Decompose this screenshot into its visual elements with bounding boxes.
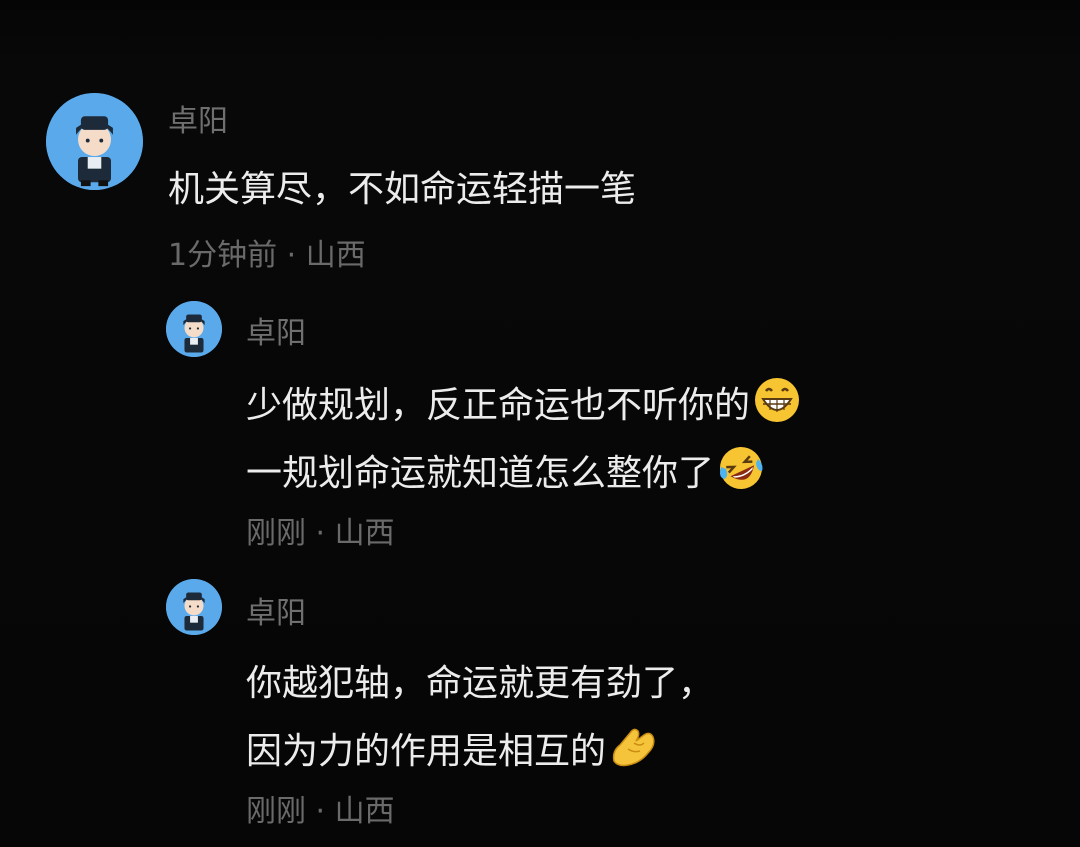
reply-time: 刚刚 (246, 516, 306, 551)
reply-line: 你越犯轴，命运就更有劲了， (246, 663, 715, 704)
rolling-laughing-emoji (718, 445, 764, 491)
meta-separator: · (277, 238, 306, 273)
reply-line-text: 少做规划，反正命运也不听你的 (246, 385, 751, 426)
reply-line: 一规划命运就知道怎么整你了 (246, 440, 800, 508)
grinning-face-emoji (754, 377, 800, 423)
reply-username[interactable]: 卓阳 (246, 308, 306, 352)
comment-line: 机关算尽，不如命运轻描一笔 (168, 169, 637, 210)
reply-line-text: 因为力的作用是相互的 (246, 731, 607, 772)
comment-text: 机关算尽，不如命运轻描一笔 (168, 160, 636, 212)
reply-text: 少做规划，反正命运也不听你的 一规划命运就知道怎么整你了 (246, 372, 800, 508)
user-avatar-icon (46, 93, 143, 190)
meta-separator: · (306, 516, 335, 551)
comment-time: 1分钟前 (168, 238, 278, 273)
reply-text: 你越犯轴，命运就更有劲了， 因为力的作用是相互的 (246, 650, 714, 786)
comment-username[interactable]: 卓阳 (168, 96, 228, 140)
reply-line: 少做规划，反正命运也不听你的 (246, 372, 800, 440)
user-avatar-icon (166, 301, 222, 357)
avatar[interactable] (166, 301, 222, 357)
reply-line-text: 一规划命运就知道怎么整你了 (246, 453, 715, 494)
reply-username[interactable]: 卓阳 (246, 588, 306, 632)
reply-meta: 刚刚 · 山西 (246, 786, 395, 830)
meta-separator: · (306, 794, 335, 829)
reply-time: 刚刚 (246, 794, 306, 829)
comment-meta: 1分钟前 · 山西 (168, 230, 366, 274)
comment-screen: 卓阳 机关算尽，不如命运轻描一笔 1分钟前 · 山西 卓阳 少做规划，反正命运也… (0, 0, 1080, 847)
user-avatar-icon (166, 579, 222, 635)
avatar[interactable] (46, 93, 143, 190)
reply-meta: 刚刚 · 山西 (246, 508, 395, 552)
ok-hand-emoji (610, 723, 660, 769)
avatar[interactable] (166, 579, 222, 635)
comment-location: 山西 (305, 238, 366, 273)
reply-line: 因为力的作用是相互的 (246, 718, 714, 786)
reply-location: 山西 (334, 516, 395, 551)
reply-location: 山西 (334, 794, 395, 829)
